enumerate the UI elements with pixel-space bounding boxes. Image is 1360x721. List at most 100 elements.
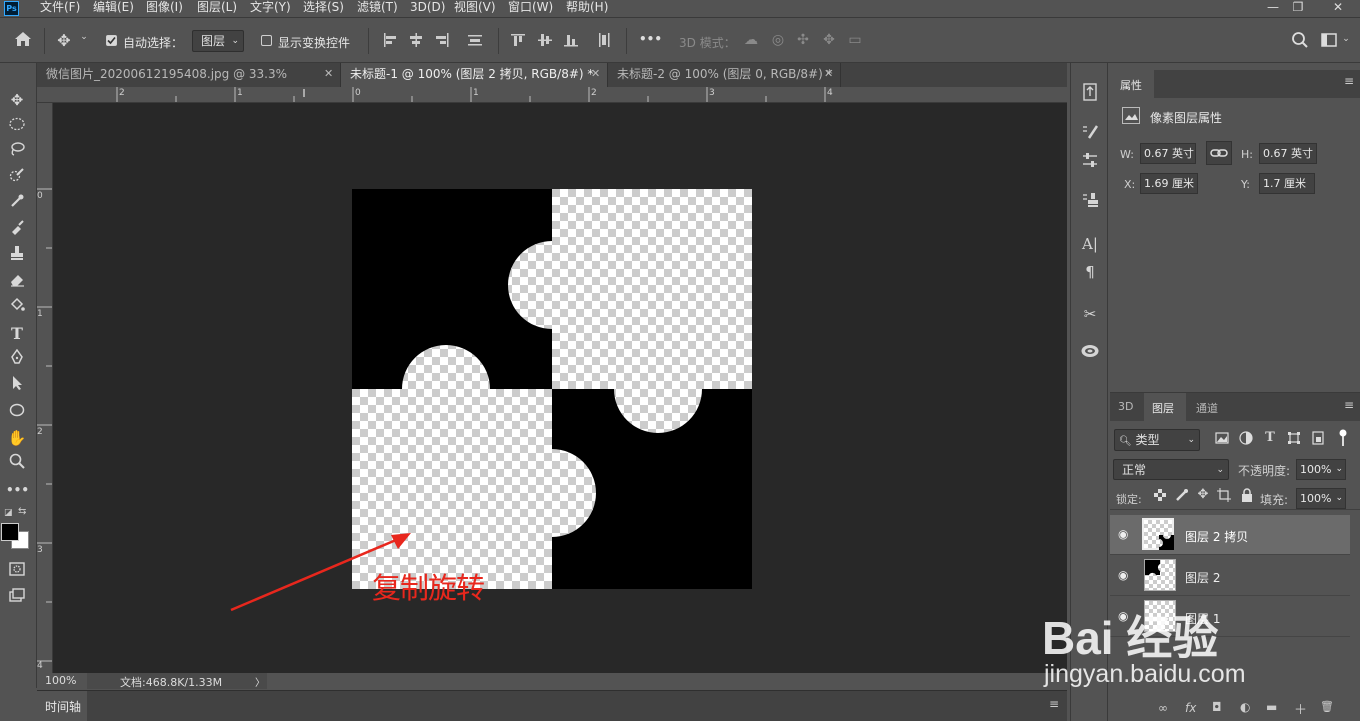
lock-pixels-icon[interactable]: [1175, 488, 1189, 502]
quick-selection-tool-icon[interactable]: [6, 167, 28, 189]
y-field[interactable]: 1.7 厘米: [1259, 173, 1315, 194]
x-field[interactable]: 1.69 厘米: [1140, 173, 1198, 194]
menu-type[interactable]: 文字(Y): [250, 0, 291, 17]
menu-file[interactable]: 文件(F): [40, 0, 80, 17]
layer-row-layer-2-copy[interactable]: ◉ 图层 2 拷贝: [1110, 515, 1350, 555]
filter-type-icon[interactable]: T: [1262, 430, 1278, 446]
marquee-tool-icon[interactable]: [6, 115, 28, 137]
move-tool-icon[interactable]: ✥: [54, 31, 74, 51]
default-colors-icon[interactable]: ◪: [4, 508, 13, 518]
quick-mask-icon[interactable]: [6, 560, 28, 582]
auto-select-target-dropdown[interactable]: 图层 ⌄: [192, 30, 244, 52]
distribute-vertical-icon[interactable]: [596, 32, 612, 48]
close-icon[interactable]: ✕: [824, 63, 833, 85]
menu-view[interactable]: 视图(V): [454, 0, 496, 17]
zoom-tool-icon[interactable]: [6, 453, 28, 475]
tab-document-3[interactable]: 未标题-2 @ 100% (图层 0, RGB/8#) * ✕: [608, 63, 841, 87]
show-transform-checkbox[interactable]: [261, 35, 272, 46]
canvas-workspace[interactable]: 复制旋转: [53, 103, 1067, 673]
path-selection-tool-icon[interactable]: [6, 375, 28, 397]
workspace-icon[interactable]: [1320, 32, 1338, 50]
visibility-eye-icon[interactable]: ◉: [1118, 568, 1128, 582]
filter-pixel-icon[interactable]: [1214, 431, 1230, 447]
visibility-eye-icon[interactable]: ◉: [1118, 527, 1128, 541]
tab-channels[interactable]: 通道: [1186, 393, 1228, 421]
menu-edit[interactable]: 编辑(E): [93, 0, 134, 17]
character-icon[interactable]: A|: [1079, 233, 1101, 255]
more-options-icon[interactable]: •••: [639, 32, 662, 46]
panel-menu-icon[interactable]: ≡: [1344, 74, 1354, 88]
menu-select[interactable]: 选择(S): [303, 0, 344, 17]
add-mask-icon[interactable]: ◘: [1212, 700, 1222, 714]
home-icon[interactable]: [12, 30, 34, 50]
eyedropper-tool-icon[interactable]: [6, 193, 28, 215]
clone-stamp-tool-icon[interactable]: [6, 245, 28, 267]
layer-style-icon[interactable]: fx: [1185, 701, 1196, 715]
menu-help[interactable]: 帮助(H): [566, 0, 608, 17]
close-icon[interactable]: ✕: [591, 63, 600, 85]
type-tool-icon[interactable]: T: [6, 323, 28, 345]
tool-presets-icon[interactable]: ✂: [1079, 303, 1101, 325]
filter-smart-object-icon[interactable]: [1310, 431, 1326, 447]
status-menu-arrow[interactable]: 〉: [255, 674, 265, 689]
3d-roll-icon[interactable]: ◎: [768, 32, 788, 48]
align-hcenter-icon[interactable]: [408, 32, 424, 48]
chevron-down-icon[interactable]: ⌄: [78, 32, 90, 42]
align-left-icon[interactable]: [382, 32, 398, 48]
ellipse-tool-icon[interactable]: [6, 401, 28, 423]
tab-document-1[interactable]: 微信图片_20200612195408.jpg @ 33.3%(RGB/8#)✕: [37, 63, 341, 103]
chevron-down-icon[interactable]: ⌄: [1340, 34, 1352, 44]
close-button[interactable]: ✕: [1323, 0, 1353, 15]
search-icon[interactable]: [1290, 31, 1310, 51]
3d-orbit-icon[interactable]: ☁: [741, 32, 761, 48]
creative-cloud-icon[interactable]: [1079, 343, 1101, 365]
menu-image[interactable]: 图像(I): [146, 0, 183, 17]
fill-field[interactable]: 100% ⌄: [1296, 488, 1346, 509]
3d-camera-icon[interactable]: ▭: [845, 32, 865, 48]
foreground-color-swatch[interactable]: [1, 523, 19, 541]
pen-tool-icon[interactable]: [6, 348, 28, 371]
zoom-level[interactable]: 100%: [45, 674, 76, 687]
hand-tool-icon[interactable]: ✋: [6, 427, 28, 449]
tab-layers[interactable]: 图层: [1144, 393, 1186, 421]
panel-menu-icon[interactable]: ≡: [1049, 697, 1059, 711]
new-layer-icon[interactable]: ＋: [1294, 699, 1307, 718]
delete-layer-icon[interactable]: 🗑: [1320, 700, 1334, 713]
healing-brush-tool-icon[interactable]: [6, 219, 28, 241]
filter-adjustment-icon[interactable]: [1238, 431, 1254, 447]
screen-mode-icon[interactable]: [6, 586, 28, 608]
layer-row-layer-2[interactable]: ◉ 图层 2: [1110, 556, 1350, 596]
restore-button[interactable]: ❐: [1283, 0, 1313, 15]
align-top-icon[interactable]: [510, 32, 526, 48]
lock-artboard-icon[interactable]: [1217, 488, 1231, 502]
clone-source-icon[interactable]: [1079, 191, 1101, 213]
filter-shape-icon[interactable]: [1286, 431, 1302, 447]
move-tool-icon[interactable]: ✥: [6, 89, 28, 111]
lock-position-icon[interactable]: ✥: [1196, 487, 1210, 503]
tab-properties[interactable]: 属性: [1110, 70, 1154, 98]
paint-bucket-tool-icon[interactable]: [6, 297, 28, 319]
link-icon[interactable]: [1206, 141, 1232, 165]
auto-select-checkbox[interactable]: [106, 35, 117, 46]
close-icon[interactable]: ✕: [324, 63, 333, 85]
lock-all-icon[interactable]: [1240, 488, 1254, 502]
blend-mode-dropdown[interactable]: 正常 ⌄: [1113, 459, 1229, 480]
opacity-field[interactable]: 100% ⌄: [1296, 459, 1346, 480]
menu-window[interactable]: 窗口(W): [508, 0, 553, 17]
panel-menu-icon[interactable]: ≡: [1344, 398, 1354, 412]
group-folder-icon[interactable]: ▬: [1266, 700, 1277, 714]
width-field[interactable]: 0.67 英寸: [1140, 143, 1196, 164]
3d-slide-icon[interactable]: ✥: [819, 32, 839, 48]
filter-toggle-icon[interactable]: [1336, 429, 1350, 449]
eraser-tool-icon[interactable]: [6, 271, 28, 293]
brush-settings-icon[interactable]: [1079, 123, 1101, 145]
3d-drag-icon[interactable]: ✣: [793, 32, 813, 48]
menu-3d[interactable]: 3D(D): [410, 0, 445, 17]
tab-document-2[interactable]: 未标题-1 @ 100% (图层 2 拷贝, RGB/8#) * ✕: [341, 63, 608, 87]
paragraph-icon[interactable]: ¶: [1079, 261, 1101, 283]
align-bottom-icon[interactable]: [563, 32, 579, 48]
height-field[interactable]: 0.67 英寸: [1259, 143, 1317, 164]
adjustment-layer-icon[interactable]: ◐: [1240, 700, 1250, 714]
lasso-tool-icon[interactable]: [6, 141, 28, 163]
history-icon[interactable]: [1079, 83, 1101, 105]
